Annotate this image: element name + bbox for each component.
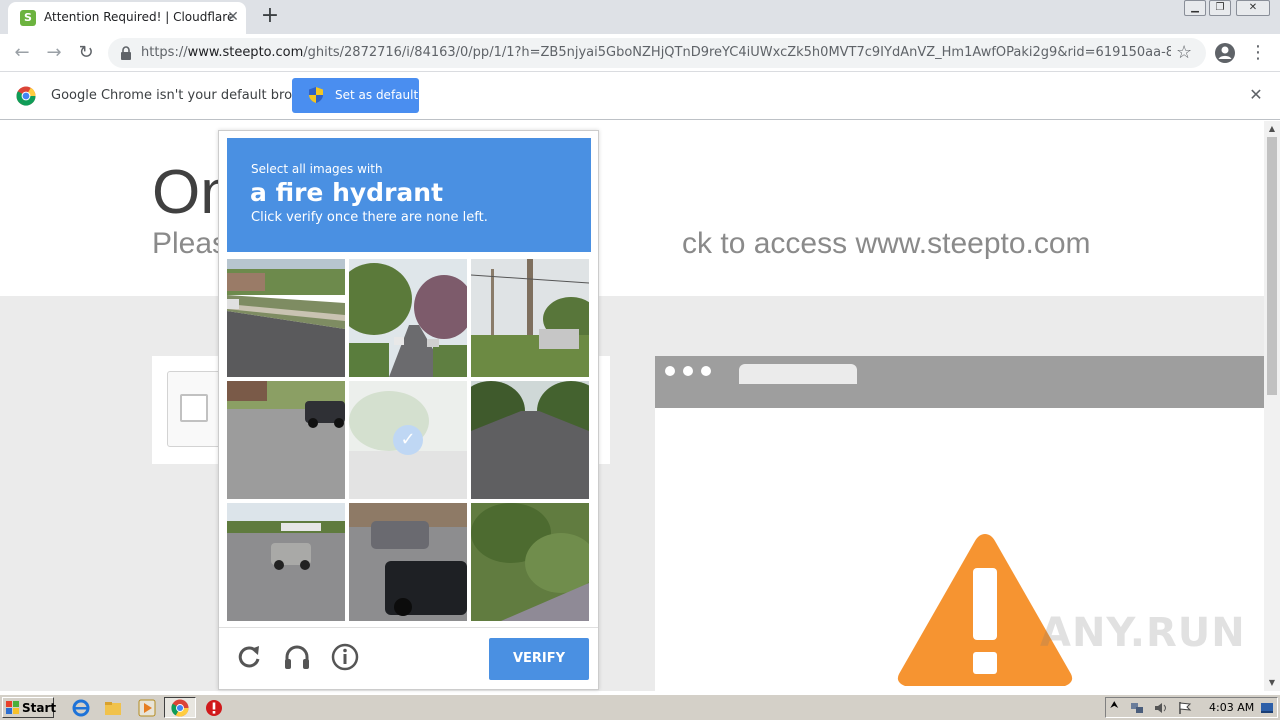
challenge-footer: VERIFY xyxy=(219,627,598,689)
taskbar-clock: 4:03 AM xyxy=(1209,701,1255,714)
recaptcha-challenge: Select all images with a fire hydrant Cl… xyxy=(218,130,599,690)
scrollbar-thumb[interactable] xyxy=(1267,137,1277,395)
challenge-tile[interactable] xyxy=(349,503,467,621)
taskbar-chrome-button[interactable] xyxy=(164,697,196,718)
windows-taskbar: Start ⮝ 4:03 AM xyxy=(0,694,1280,720)
challenge-target-object: a fire hydrant xyxy=(250,178,444,207)
challenge-tile[interactable] xyxy=(471,503,589,621)
uac-shield-icon xyxy=(309,87,323,103)
subheadline-right: ck to access www.steepto.com xyxy=(682,227,1091,260)
window-close-button[interactable]: ✕ xyxy=(1236,0,1270,16)
star-icon[interactable]: ☆ xyxy=(1176,42,1192,63)
reload-page-button[interactable]: ↻ xyxy=(73,40,99,66)
set-as-default-button[interactable]: Set as default xyxy=(292,78,419,113)
url-host: www.steepto.com xyxy=(187,45,304,60)
set-as-default-label: Set as default xyxy=(335,88,419,102)
show-desktop-icon[interactable] xyxy=(1260,701,1274,715)
menu-icon[interactable]: ⋮ xyxy=(1248,40,1268,66)
challenge-tile[interactable] xyxy=(471,381,589,499)
volume-icon[interactable] xyxy=(1154,701,1168,715)
chrome-logo-icon xyxy=(16,86,36,106)
tab-title: Attention Required! | Cloudflare xyxy=(44,10,235,24)
infobar-close-icon[interactable]: ✕ xyxy=(1246,85,1266,105)
url-text: https://www.steepto.com/ghits/2872716/i/… xyxy=(141,45,1171,60)
tray-expand-icon[interactable]: ⮝ xyxy=(1110,700,1119,711)
stop-sign-icon[interactable] xyxy=(205,699,223,717)
tile-image xyxy=(471,381,589,499)
illustration-tab xyxy=(739,364,857,384)
tile-image xyxy=(349,503,467,621)
challenge-tile[interactable] xyxy=(227,259,345,377)
verify-button[interactable]: VERIFY xyxy=(489,638,589,680)
challenge-image-grid: ✓ xyxy=(227,259,591,621)
windows-flag-icon xyxy=(6,701,19,714)
page-header: On Pleas ck to access www.steepto.com xyxy=(0,121,1264,296)
tile-image xyxy=(227,381,345,499)
page-scrollbar[interactable]: ▲ ▼ xyxy=(1264,121,1280,691)
challenge-tile[interactable] xyxy=(349,259,467,377)
url-scheme: https:// xyxy=(141,45,188,60)
tile-image xyxy=(471,503,589,621)
warning-icon xyxy=(897,534,1073,686)
illustration-title-bar xyxy=(655,356,1264,408)
forward-button[interactable]: → xyxy=(41,40,67,66)
illustration-dot xyxy=(683,366,693,376)
site-favicon-icon: S xyxy=(20,10,36,26)
tile-image xyxy=(227,259,345,377)
media-player-icon[interactable] xyxy=(138,699,156,717)
network-icon[interactable] xyxy=(1130,701,1144,715)
system-tray: ⮝ 4:03 AM xyxy=(1105,697,1278,718)
challenge-prompt-intro: Select all images with xyxy=(251,162,383,176)
tile-image xyxy=(227,503,345,621)
start-button[interactable]: Start xyxy=(2,697,57,718)
address-bar[interactable]: https://www.steepto.com/ghits/2872716/i/… xyxy=(108,38,1206,68)
start-label: Start xyxy=(22,701,57,715)
recaptcha-checkbox[interactable] xyxy=(180,394,208,422)
default-browser-infobar: Google Chrome isn't your default browser… xyxy=(0,72,1280,120)
challenge-tile[interactable] xyxy=(227,381,345,499)
scroll-up-icon[interactable]: ▲ xyxy=(1264,121,1280,137)
anyrun-watermark: ANY.RUN xyxy=(1040,610,1246,656)
explorer-folder-icon[interactable] xyxy=(104,699,122,717)
url-path: /ghits/2872716/i/84163/0/pp/1/1?h=ZB5njy… xyxy=(303,45,1171,60)
illustration-dot xyxy=(665,366,675,376)
scroll-down-icon[interactable]: ▼ xyxy=(1264,675,1280,691)
new-tab-button[interactable]: + xyxy=(258,5,282,29)
illustration-dot xyxy=(701,366,711,376)
tab-close-icon[interactable]: ✕ xyxy=(224,8,242,26)
tab-active[interactable]: S Attention Required! | Cloudflare ✕ xyxy=(8,2,246,34)
tile-image xyxy=(471,259,589,377)
action-center-flag-icon[interactable] xyxy=(1178,701,1192,715)
challenge-tile[interactable]: ✓ xyxy=(349,381,467,499)
challenge-tile[interactable] xyxy=(471,259,589,377)
profile-icon[interactable] xyxy=(1214,42,1236,64)
subheadline-left: Pleas xyxy=(152,227,228,260)
challenge-instructions: Select all images with a fire hydrant Cl… xyxy=(227,138,591,252)
tile-image xyxy=(349,259,467,377)
window-restore-button[interactable]: ❐ xyxy=(1209,0,1231,16)
chrome-taskbar-icon xyxy=(171,699,189,717)
page-viewport: On Pleas ck to access www.steepto.com xyxy=(0,121,1264,691)
challenge-tile[interactable] xyxy=(227,503,345,621)
info-icon[interactable] xyxy=(330,642,360,672)
tab-strip: S Attention Required! | Cloudflare ✕ + ▁… xyxy=(0,0,1280,34)
reload-icon[interactable] xyxy=(234,642,264,672)
headphones-icon[interactable] xyxy=(282,642,312,672)
window-minimize-button[interactable]: ▁ xyxy=(1184,0,1206,16)
browser-toolbar: ← → ↻ https://www.steepto.com/ghits/2872… xyxy=(0,34,1280,72)
internet-explorer-icon[interactable] xyxy=(72,699,90,717)
lock-icon[interactable] xyxy=(120,46,132,60)
infobar-message: Google Chrome isn't your default browser xyxy=(51,88,323,103)
back-button[interactable]: ← xyxy=(9,40,35,66)
tile-selected-check-icon: ✓ xyxy=(393,425,423,455)
challenge-prompt-hint: Click verify once there are none left. xyxy=(251,210,488,225)
